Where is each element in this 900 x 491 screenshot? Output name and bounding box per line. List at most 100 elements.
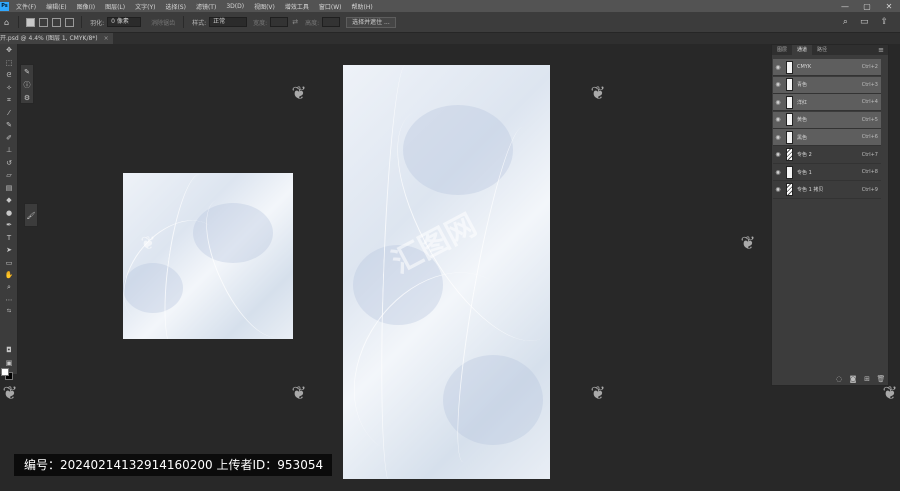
home-icon[interactable]: ⌂: [4, 18, 9, 27]
hand-tool-icon[interactable]: ✋: [0, 269, 18, 282]
menu-edit[interactable]: 编辑(E): [41, 2, 71, 11]
marquee-tool-icon[interactable]: ⬚: [0, 57, 18, 70]
panel-menu-icon[interactable]: ≡: [878, 45, 884, 55]
visibility-eye-icon[interactable]: ◉: [773, 64, 783, 71]
channel-name: CMYK: [797, 64, 812, 70]
style-select[interactable]: 正常: [209, 17, 248, 27]
channel-row[interactable]: ◉ 洋红 Ctrl+4: [773, 94, 881, 111]
channel-row[interactable]: ◉ CMYK Ctrl+2: [773, 59, 881, 76]
menu-filter[interactable]: 滤镜(T): [191, 2, 221, 11]
tab-paths[interactable]: 路径: [812, 45, 832, 55]
height-label: 高度:: [305, 19, 320, 27]
visibility-eye-icon[interactable]: ◉: [773, 99, 783, 106]
menu-layer[interactable]: 图层(L): [100, 2, 130, 11]
visibility-eye-icon[interactable]: ◉: [773, 134, 783, 141]
lasso-tool-icon[interactable]: ᘓ: [0, 69, 18, 82]
menu-view[interactable]: 视图(V): [249, 2, 280, 11]
watermark-logo-icon: ❦: [2, 383, 18, 404]
dodge-tool-icon[interactable]: ●: [0, 207, 18, 220]
channel-shortcut: Ctrl+8: [861, 169, 878, 175]
menu-image[interactable]: 图像(I): [72, 2, 100, 11]
brush-tool-icon[interactable]: ✐: [0, 132, 18, 145]
menu-3d[interactable]: 3D(D): [221, 3, 249, 10]
menu-file[interactable]: 文件(F): [11, 2, 41, 11]
tab-layers[interactable]: 图层: [772, 45, 792, 55]
swap-icon[interactable]: ⇄: [292, 18, 298, 26]
workspace-icon[interactable]: ▭: [860, 17, 869, 27]
channel-thumbnail: [786, 78, 793, 91]
channel-shortcut: Ctrl+7: [861, 151, 878, 158]
channel-name: 黄色: [797, 117, 808, 123]
magic-wand-tool-icon[interactable]: ✧: [0, 82, 18, 95]
type-tool-icon[interactable]: T: [0, 232, 18, 245]
tab-channels[interactable]: 通道: [792, 45, 813, 55]
minimize-button[interactable]: —: [834, 2, 856, 11]
add-selection-icon[interactable]: [39, 17, 49, 27]
delete-channel-icon[interactable]: 🗑: [874, 375, 888, 383]
channel-row[interactable]: ◉ 黄色 Ctrl+5: [773, 111, 881, 129]
swap-colors-icon[interactable]: ⇆: [0, 307, 18, 315]
feather-input[interactable]: 0 像素: [107, 17, 142, 27]
screen-mode-icon[interactable]: ▣: [0, 357, 18, 370]
watermark-logo-icon: ❦: [590, 383, 606, 404]
search-icon[interactable]: ⌕: [843, 17, 848, 27]
channel-row[interactable]: ◉ 青色 Ctrl+3: [773, 76, 881, 94]
visibility-eye-icon[interactable]: ◉: [773, 151, 783, 158]
antialias-checkbox[interactable]: 消除锯齿: [151, 18, 175, 27]
move-tool-icon[interactable]: ✥: [0, 44, 18, 57]
photoshop-logo-icon[interactable]: Ps: [0, 1, 9, 11]
path-selection-tool-icon[interactable]: ➤: [0, 244, 18, 257]
zoom-tool-icon[interactable]: ⌕: [0, 282, 18, 295]
share-icon[interactable]: ⇪: [880, 17, 888, 27]
menu-type[interactable]: 文字(Y): [130, 2, 160, 11]
document-tab[interactable]: 开.psd @ 4.4% (图层 1, CMYK/8*) ×: [0, 33, 113, 44]
menu-plugins[interactable]: 增效工具: [280, 2, 314, 11]
brush-preset-icon[interactable]: 🖌: [25, 210, 37, 222]
divider: [18, 16, 20, 28]
adjust-icon[interactable]: ⚙: [21, 92, 33, 104]
brush-settings-icon[interactable]: ✎: [21, 66, 33, 78]
width-input[interactable]: [270, 17, 289, 27]
eraser-tool-icon[interactable]: ▱: [0, 169, 18, 182]
menu-help[interactable]: 帮助(H): [347, 2, 378, 11]
select-and-mask-button[interactable]: 选择并遮住 ...: [346, 16, 396, 28]
channel-shortcut: Ctrl+3: [861, 81, 878, 88]
save-selection-channel-icon[interactable]: ◙: [846, 375, 860, 383]
quick-mask-icon[interactable]: ◘: [0, 344, 18, 357]
intersect-selection-icon[interactable]: [65, 17, 75, 27]
watermark-logo-icon: ❦: [291, 383, 307, 404]
channel-row[interactable]: ◉ 专色 2 Ctrl+7: [773, 147, 881, 164]
menu-window[interactable]: 窗口(W): [314, 2, 347, 11]
close-tab-icon[interactable]: ×: [104, 35, 109, 42]
menu-select[interactable]: 选择(S): [160, 2, 191, 11]
shape-tool-icon[interactable]: ▭: [0, 257, 18, 270]
load-channel-selection-icon[interactable]: ◌: [832, 375, 846, 383]
maximize-button[interactable]: ▢: [856, 2, 878, 11]
crop-tool-icon[interactable]: ⌗: [0, 94, 18, 107]
new-selection-icon[interactable]: [26, 17, 36, 27]
eyedropper-tool-icon[interactable]: ⁄: [0, 107, 18, 120]
clone-stamp-tool-icon[interactable]: ⊥: [0, 144, 18, 157]
channel-row[interactable]: ◉ 黑色 Ctrl+6: [773, 129, 881, 146]
visibility-eye-icon[interactable]: ◉: [773, 81, 783, 88]
info-icon[interactable]: ⓘ: [21, 79, 33, 91]
channel-row[interactable]: ◉ 专色 1 拷贝 Ctrl+9: [773, 182, 881, 199]
visibility-eye-icon[interactable]: ◉: [773, 116, 783, 123]
gradient-tool-icon[interactable]: ▤: [0, 182, 18, 195]
history-brush-tool-icon[interactable]: ↺: [0, 157, 18, 170]
healing-brush-tool-icon[interactable]: ✎: [0, 119, 18, 132]
visibility-eye-icon[interactable]: ◉: [773, 169, 783, 176]
pen-tool-icon[interactable]: ✒: [0, 219, 18, 232]
height-input[interactable]: [322, 17, 341, 27]
channel-name: 专色 2: [797, 152, 812, 158]
close-window-button[interactable]: ✕: [878, 2, 900, 11]
channel-shortcut: Ctrl+6: [861, 134, 878, 140]
visibility-eye-icon[interactable]: ◉: [773, 186, 783, 193]
channel-thumbnail: [786, 60, 793, 74]
more-tools-icon[interactable]: ⋯: [0, 294, 18, 307]
document-tab-bar: [0, 33, 900, 44]
blur-tool-icon[interactable]: ◆: [0, 194, 18, 207]
subtract-selection-icon[interactable]: [52, 17, 62, 27]
new-channel-icon[interactable]: ⊞: [860, 375, 874, 383]
channel-row[interactable]: ◉ 专色 1 Ctrl+8: [773, 164, 881, 181]
